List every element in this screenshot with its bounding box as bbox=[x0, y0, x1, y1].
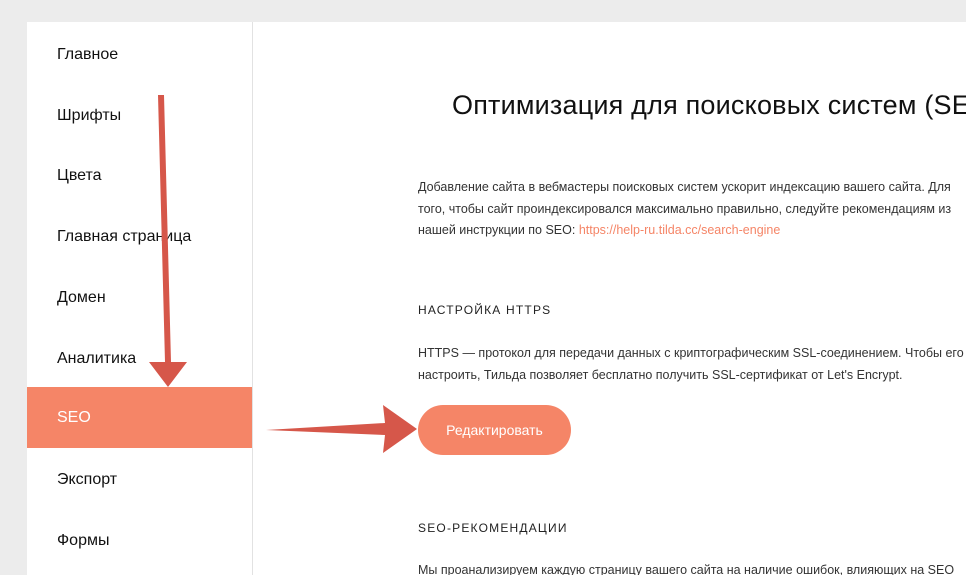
seo-recommendations-text: Мы проанализируем каждую страницу вашего… bbox=[418, 563, 955, 575]
seo-instruction-link[interactable]: https://help-ru.tilda.cc/search-engine bbox=[579, 223, 781, 237]
seo-settings-content: Оптимизация для поисковых систем (SEO) Д… bbox=[253, 22, 966, 575]
sidebar-item-analytics[interactable]: Аналитика bbox=[27, 328, 252, 389]
intro-text: Добавление сайта в вебмастеры поисковых … bbox=[418, 177, 966, 242]
https-description: HTTPS — протокол для передачи данных с к… bbox=[418, 346, 964, 382]
page-title: Оптимизация для поисковых систем (SEO) bbox=[452, 90, 966, 120]
sidebar-item-seo[interactable]: SEO bbox=[27, 387, 252, 448]
sidebar-item-home-page[interactable]: Главная страница bbox=[27, 206, 252, 267]
settings-panel: Главное Шрифты Цвета Главная страница До… bbox=[27, 22, 966, 575]
sidebar-item-export[interactable]: Экспорт bbox=[27, 449, 252, 510]
sidebar-item-main[interactable]: Главное bbox=[27, 24, 252, 85]
edit-https-button[interactable]: Редактировать bbox=[418, 405, 571, 455]
https-section-heading: НАСТРОЙКА HTTPS bbox=[418, 303, 552, 317]
sidebar-item-domain[interactable]: Домен bbox=[27, 267, 252, 328]
settings-sidebar: Главное Шрифты Цвета Главная страница До… bbox=[27, 22, 253, 575]
sidebar-item-colors[interactable]: Цвета bbox=[27, 145, 252, 206]
sidebar-item-fonts[interactable]: Шрифты bbox=[27, 85, 252, 146]
sidebar-item-forms[interactable]: Формы bbox=[27, 510, 252, 571]
seo-recommendations-heading: SEO-РЕКОМЕНДАЦИИ bbox=[418, 521, 568, 535]
